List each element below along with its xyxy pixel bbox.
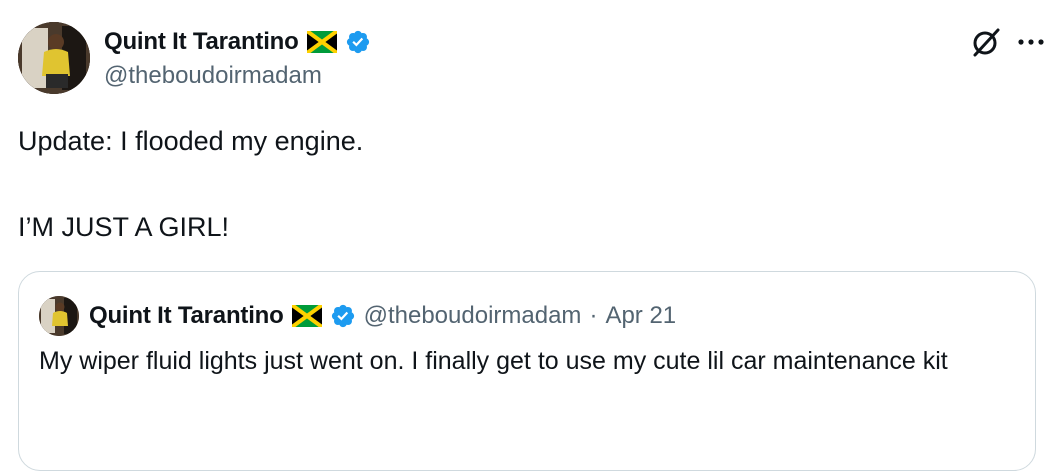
- separator-dot: ·: [589, 302, 598, 329]
- author-avatar[interactable]: [18, 22, 90, 94]
- quoted-author-avatar[interactable]: [39, 296, 79, 336]
- quoted-author-handle[interactable]: @theboudoirmadam: [364, 302, 582, 330]
- jamaica-flag-icon: [290, 303, 323, 329]
- tweet: Quint It Tarantino @theboudoirmadam Upda…: [0, 0, 1064, 471]
- tweet-top-actions: [970, 22, 1046, 62]
- quoted-author-display-name[interactable]: Quint It Tarantino: [89, 302, 284, 330]
- verified-badge-icon[interactable]: [330, 303, 356, 329]
- quoted-tweet-text: My wiper fluid lights just went on. I fi…: [39, 347, 948, 375]
- avatar-image: [18, 22, 90, 94]
- author-name-row: Quint It Tarantino: [104, 26, 371, 58]
- author-display-name[interactable]: Quint It Tarantino: [104, 28, 299, 56]
- quoted-tweet-card[interactable]: Quint It Tarantino @theboudoirmadam · Ap…: [18, 271, 1036, 471]
- author-handle[interactable]: @theboudoirmadam: [104, 62, 322, 90]
- quoted-tweet-header: Quint It Tarantino @theboudoirmadam · Ap…: [39, 296, 676, 336]
- quoted-tweet-date[interactable]: Apr 21: [605, 302, 676, 330]
- quoted-avatar-image: [39, 296, 79, 336]
- tweet-text-line2: I’M JUST A GIRL!: [18, 212, 230, 242]
- verified-badge-icon[interactable]: [345, 29, 371, 55]
- tweet-text-line1: Update: I flooded my engine.: [18, 126, 364, 156]
- more-options-icon[interactable]: [1016, 37, 1046, 47]
- jamaica-flag-icon: [305, 29, 338, 55]
- grok-icon[interactable]: [970, 26, 1002, 58]
